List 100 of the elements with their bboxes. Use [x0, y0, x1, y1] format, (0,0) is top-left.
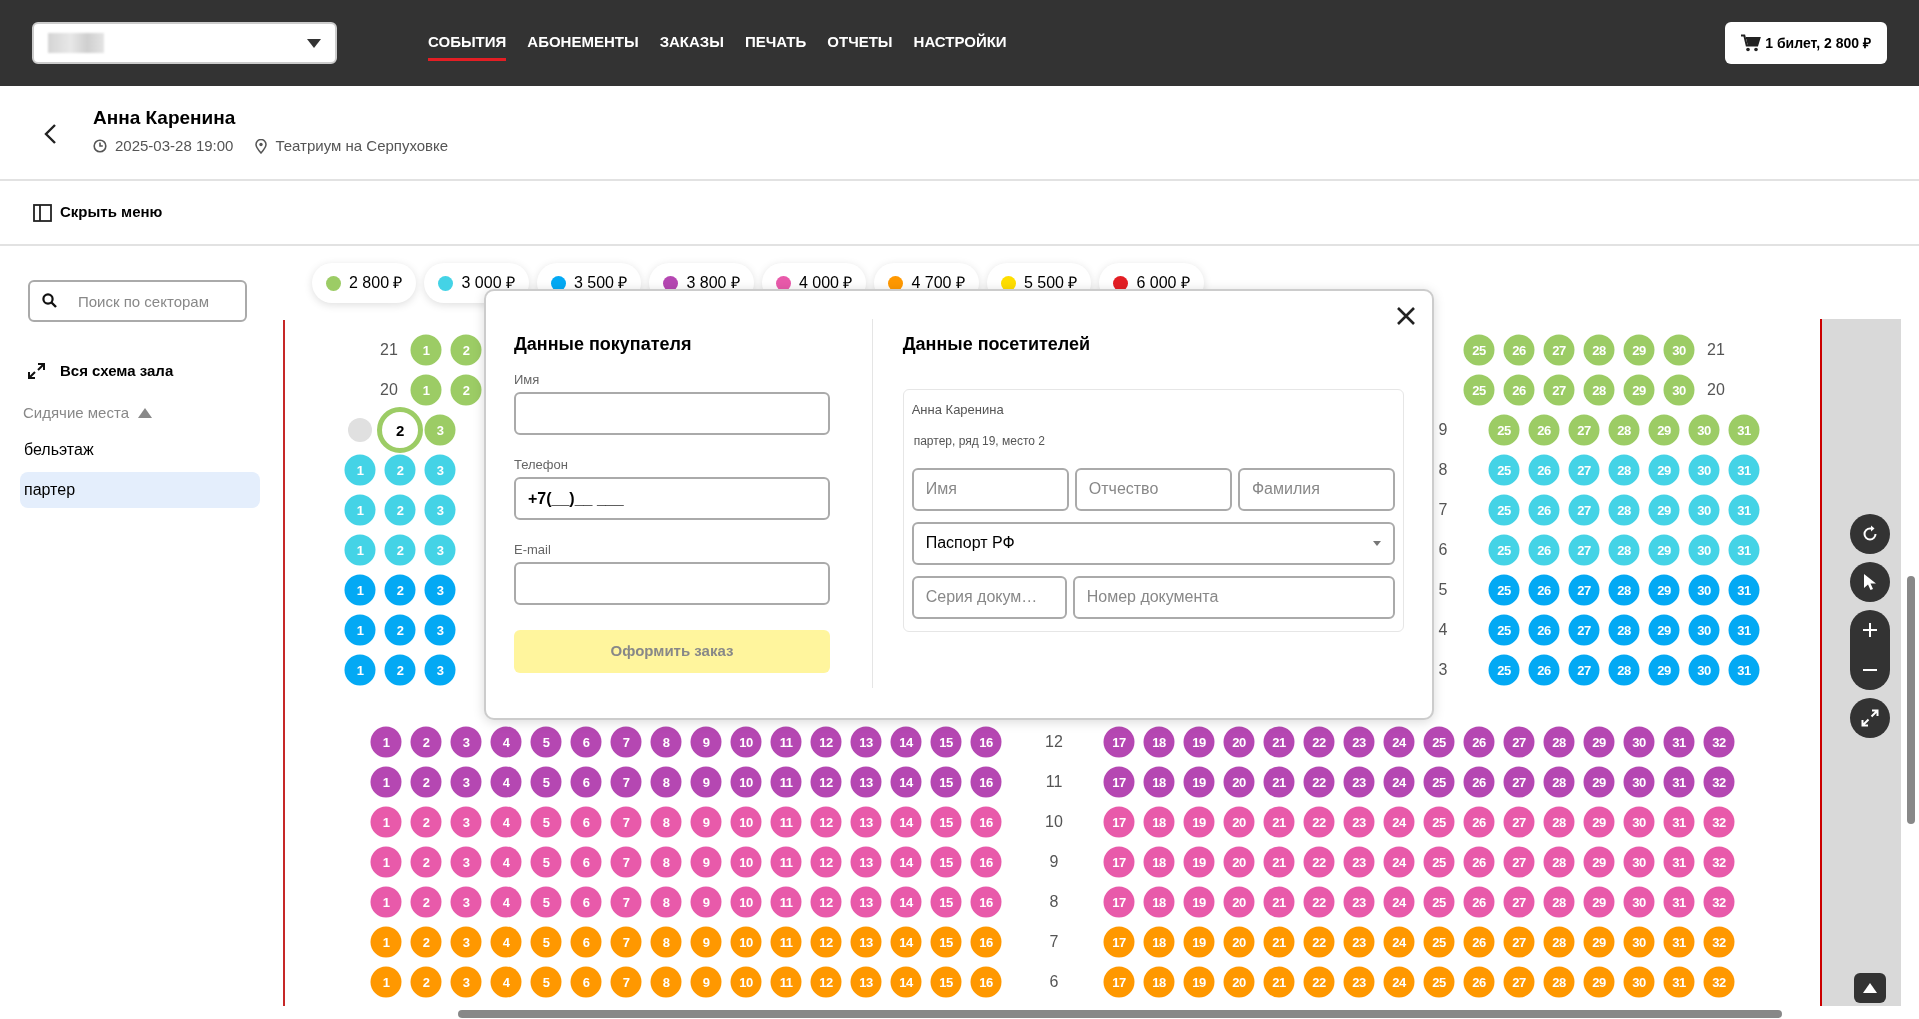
seat[interactable]: 16 — [970, 726, 1002, 758]
seat[interactable]: 11 — [770, 966, 802, 998]
seat[interactable]: 12 — [810, 806, 842, 838]
seat[interactable]: 26 — [1503, 374, 1535, 406]
seat[interactable]: 25 — [1423, 886, 1455, 918]
seat[interactable]: 30 — [1688, 534, 1720, 566]
seat[interactable]: 2 — [410, 806, 442, 838]
seat[interactable]: 30 — [1623, 766, 1655, 798]
seat[interactable]: 23 — [1343, 966, 1375, 998]
seat[interactable]: 26 — [1528, 494, 1560, 526]
input-field[interactable]: +7(__)__ ___ — [514, 477, 830, 520]
seat[interactable]: 12 — [810, 926, 842, 958]
seat[interactable]: 32 — [1703, 966, 1735, 998]
seat[interactable]: 24 — [1383, 926, 1415, 958]
seat[interactable]: 2 — [384, 574, 416, 606]
seat[interactable]: 18 — [1143, 726, 1175, 758]
seat[interactable]: 1 — [344, 534, 376, 566]
seat[interactable]: 30 — [1623, 966, 1655, 998]
seat[interactable]: 3 — [424, 534, 456, 566]
seat[interactable]: 29 — [1648, 454, 1680, 486]
search-field[interactable]: Поиск по секторам — [28, 280, 247, 322]
seat[interactable]: 8 — [650, 726, 682, 758]
input-field[interactable]: Номер документа — [1072, 575, 1395, 619]
seat[interactable]: 30 — [1623, 726, 1655, 758]
seat[interactable]: 30 — [1688, 494, 1720, 526]
seat[interactable]: 2 — [384, 494, 416, 526]
seat[interactable]: 25 — [1488, 534, 1520, 566]
seat[interactable]: 6 — [570, 766, 602, 798]
seat[interactable]: 25 — [1423, 726, 1455, 758]
seat[interactable]: 25 — [1423, 766, 1455, 798]
seat[interactable]: 9 — [690, 806, 722, 838]
seat[interactable]: 2 — [384, 534, 416, 566]
seat[interactable]: 9 — [690, 966, 722, 998]
seat[interactable]: 29 — [1583, 766, 1615, 798]
seat[interactable]: 4 — [490, 846, 522, 878]
seat[interactable]: 17 — [1103, 766, 1135, 798]
seat[interactable]: 29 — [1583, 846, 1615, 878]
seat[interactable]: 2 — [450, 374, 482, 406]
seat[interactable]: 17 — [1103, 966, 1135, 998]
seat[interactable]: 10 — [730, 886, 762, 918]
seat[interactable]: 19 — [1183, 846, 1215, 878]
seat[interactable]: 29 — [1623, 334, 1655, 366]
seat[interactable]: 27 — [1503, 766, 1535, 798]
seat[interactable]: 31 — [1663, 726, 1695, 758]
seat[interactable]: 10 — [730, 926, 762, 958]
seat[interactable]: 16 — [970, 846, 1002, 878]
selected-seat[interactable]: 2 — [377, 407, 423, 453]
seat[interactable]: 30 — [1623, 926, 1655, 958]
seat[interactable]: 26 — [1463, 766, 1495, 798]
seat[interactable]: 18 — [1143, 846, 1175, 878]
seat[interactable]: 7 — [610, 846, 642, 878]
seat[interactable]: 25 — [1488, 454, 1520, 486]
seat[interactable]: 31 — [1728, 414, 1760, 446]
seat[interactable]: 3 — [424, 614, 456, 646]
seat[interactable]: 5 — [530, 806, 562, 838]
seat[interactable]: 1 — [410, 334, 442, 366]
seat[interactable]: 9 — [690, 846, 722, 878]
seat[interactable]: 32 — [1703, 926, 1735, 958]
seat[interactable]: 24 — [1383, 806, 1415, 838]
seat[interactable]: 18 — [1143, 806, 1175, 838]
seat[interactable]: 3 — [450, 886, 482, 918]
seat[interactable]: 17 — [1103, 886, 1135, 918]
seat[interactable]: 2 — [384, 454, 416, 486]
seat[interactable]: 3 — [424, 454, 456, 486]
input-field[interactable]: Отчество — [1074, 467, 1232, 511]
seat[interactable]: 2 — [410, 926, 442, 958]
seat[interactable]: 28 — [1608, 494, 1640, 526]
seat[interactable]: 6 — [570, 726, 602, 758]
nav-tab[interactable]: ОТЧЕТЫ — [827, 24, 893, 62]
seat[interactable]: 13 — [850, 886, 882, 918]
seat[interactable]: 29 — [1623, 374, 1655, 406]
seat[interactable]: 22 — [1303, 846, 1335, 878]
seat[interactable]: 10 — [730, 846, 762, 878]
seat[interactable]: 23 — [1343, 846, 1375, 878]
seat[interactable]: 29 — [1583, 726, 1615, 758]
seat[interactable]: 26 — [1528, 534, 1560, 566]
seat[interactable]: 27 — [1543, 374, 1575, 406]
seat[interactable]: 2 — [384, 614, 416, 646]
seat[interactable]: 21 — [1263, 926, 1295, 958]
seat[interactable]: 13 — [850, 926, 882, 958]
seat[interactable]: 14 — [890, 766, 922, 798]
seat[interactable]: 6 — [570, 846, 602, 878]
seat[interactable]: 29 — [1648, 494, 1680, 526]
seat[interactable]: 28 — [1543, 726, 1575, 758]
seat[interactable]: 29 — [1583, 886, 1615, 918]
nav-tab[interactable]: ЗАКАЗЫ — [659, 24, 724, 62]
seat[interactable]: 27 — [1568, 574, 1600, 606]
seat[interactable]: 12 — [810, 726, 842, 758]
seat[interactable]: 2 — [410, 846, 442, 878]
seat[interactable]: 28 — [1608, 534, 1640, 566]
seat[interactable]: 15 — [930, 926, 962, 958]
seat[interactable]: 1 — [344, 614, 376, 646]
seat[interactable]: 8 — [650, 966, 682, 998]
seat[interactable]: 29 — [1583, 966, 1615, 998]
seat[interactable]: 21 — [1263, 766, 1295, 798]
seat[interactable]: 27 — [1503, 886, 1535, 918]
seat[interactable]: 14 — [890, 886, 922, 918]
seat[interactable]: 26 — [1463, 886, 1495, 918]
seat[interactable]: 11 — [770, 766, 802, 798]
seat[interactable]: 1 — [344, 574, 376, 606]
